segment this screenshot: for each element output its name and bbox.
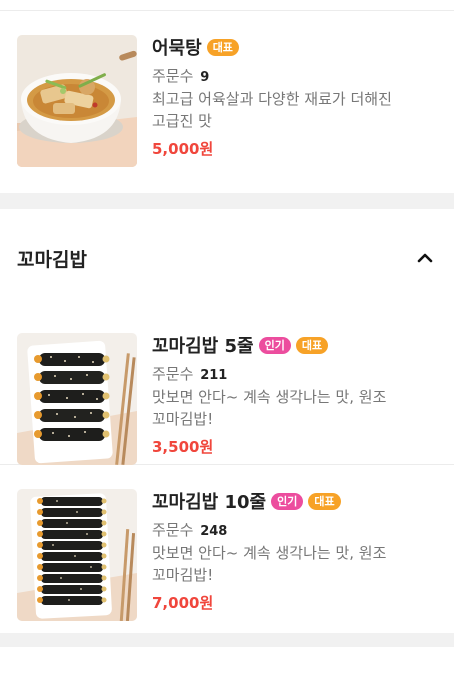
order-count-value: 9 <box>200 70 210 85</box>
menu-name: 꼬마김밥 5줄 <box>152 336 254 357</box>
representative-badge: 대표 <box>206 38 239 56</box>
section-separator <box>0 193 454 209</box>
fishcake-soup-photo <box>17 35 137 167</box>
order-count-label: 주문수 <box>152 521 194 539</box>
mini-kimbap-10-photo <box>17 489 137 621</box>
menu-item-mini-kimbap-10[interactable]: 꼬마김밥 10줄 인기 대표 주문수 248 맛보면 안다~ 계속 생각나는 맛… <box>0 465 454 633</box>
category-title: 꼬마김밥 <box>17 249 87 271</box>
popular-badge: 인기 <box>258 336 291 354</box>
menu-item-mini-kimbap-5[interactable]: 꼬마김밥 5줄 인기 대표 주문수 211 맛보면 안다~ 계속 생각나는 맛,… <box>0 306 454 465</box>
menu-price: 7,000원 <box>152 594 214 612</box>
order-count-label: 주문수 <box>152 67 194 85</box>
order-count-value: 248 <box>200 524 228 539</box>
menu-price: 3,500원 <box>152 438 214 456</box>
order-count-row: 주문수 211 <box>152 363 436 385</box>
menu-item-fishcake-soup[interactable]: 어묵탕 대표 주문수 9 최고급 어육살과 다양한 재료가 더해진 고급진 맛 … <box>0 11 454 193</box>
menu-description: 최고급 어육살과 다양한 재료가 더해진 고급진 맛 <box>152 90 392 130</box>
order-count-row: 주문수 9 <box>152 65 436 87</box>
order-count-row: 주문수 248 <box>152 519 436 541</box>
popular-badge: 인기 <box>271 492 304 510</box>
representative-badge: 대표 <box>308 492 341 510</box>
chevron-up-icon[interactable] <box>416 249 434 267</box>
representative-badge: 대표 <box>295 336 329 354</box>
category-header[interactable]: 꼬마김밥 <box>0 209 454 306</box>
order-count-label: 주문수 <box>152 365 194 383</box>
menu-price: 5,000원 <box>152 140 214 158</box>
order-count-value: 211 <box>200 368 228 383</box>
menu-name: 어묵탕 <box>152 38 202 59</box>
menu-description: 맛보면 안다~ 계속 생각나는 맛, 원조 꼬마김밥! <box>152 388 387 428</box>
section-separator <box>0 633 454 647</box>
menu-name: 꼬마김밥 10줄 <box>152 492 267 513</box>
menu-description: 맛보면 안다~ 계속 생각나는 맛, 원조 꼬마김밥! <box>152 544 387 584</box>
mini-kimbap-5-photo <box>17 333 137 465</box>
